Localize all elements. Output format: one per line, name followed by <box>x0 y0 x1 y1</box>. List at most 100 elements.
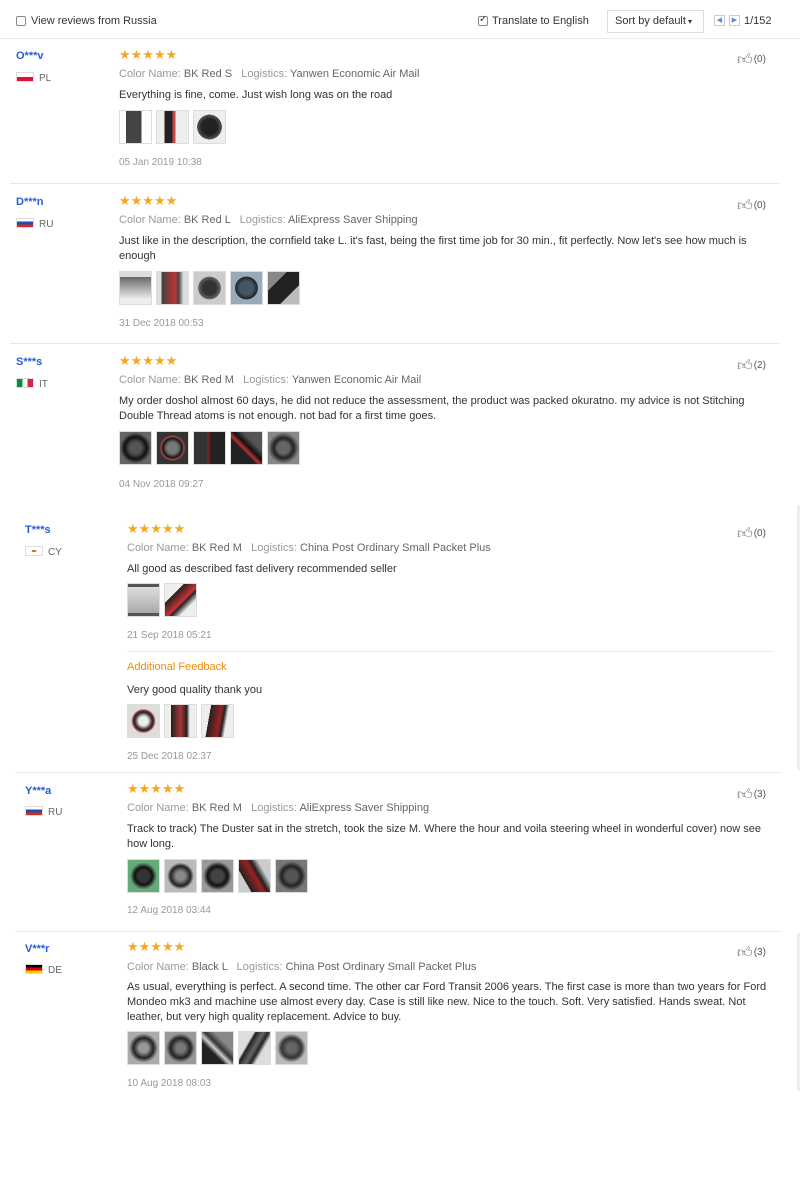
prev-page-button[interactable]: ◀ <box>714 15 725 26</box>
review-divider <box>10 183 780 184</box>
review-photo[interactable] <box>164 1031 197 1065</box>
review-photo[interactable] <box>156 110 189 144</box>
review-photo[interactable] <box>164 859 197 893</box>
reviewer-name[interactable]: O***v <box>16 50 44 62</box>
review-photo[interactable] <box>193 110 226 144</box>
reviewer-country: RU <box>16 218 53 230</box>
translate-checkbox[interactable] <box>478 14 488 26</box>
reviewer-name[interactable]: T***s <box>25 524 51 536</box>
reviewer-country: DE <box>25 964 62 976</box>
review-text: As usual, everything is perfect. A secon… <box>127 981 767 1023</box>
review-photo[interactable] <box>127 859 160 893</box>
review-date: 04 Nov 2018 09:27 <box>119 479 204 490</box>
additional-feedback-text: Very good quality thank you <box>127 684 263 696</box>
reviewer-name[interactable]: V***r <box>25 943 49 955</box>
review-photo[interactable] <box>275 859 308 893</box>
review-photo[interactable] <box>119 431 152 465</box>
review-photo[interactable] <box>238 1031 271 1065</box>
order-info: Color Name: BK Red M Logistics: AliExpre… <box>127 802 430 814</box>
order-info: Color Name: BK Red M Logistics: Yanwen E… <box>119 374 422 386</box>
review-photo[interactable] <box>267 431 300 465</box>
additional-feedback-photos <box>127 704 234 738</box>
review-photo[interactable] <box>267 271 300 305</box>
review-date: 31 Dec 2018 00:53 <box>119 318 204 329</box>
review-photo[interactable] <box>193 431 226 465</box>
helpful-button[interactable]: 👍︎(0) <box>737 50 766 69</box>
review-date: 12 Aug 2018 03:44 <box>127 905 211 916</box>
helpful-button[interactable]: 👍︎(0) <box>737 524 766 543</box>
chevron-down-icon: ▾ <box>687 17 692 26</box>
review-photo[interactable] <box>275 1031 308 1065</box>
sort-select[interactable]: Sort by default ▾ <box>607 10 704 33</box>
review-text: Track to track) The Duster sat in the st… <box>127 823 762 850</box>
review-photo[interactable] <box>230 271 263 305</box>
helpful-button[interactable]: 👍︎(0) <box>737 196 766 215</box>
star-rating: ★★★★★ <box>127 782 186 797</box>
view-reviews-checkbox[interactable] <box>16 16 26 26</box>
reviewer-name[interactable]: D***n <box>16 196 44 208</box>
review-text: Just like in the description, the cornfi… <box>119 235 747 262</box>
thumbs-up-icon: 👍︎ <box>737 356 753 374</box>
reviewer-country: IT <box>16 378 48 390</box>
reviewer-name[interactable]: Y***a <box>25 785 51 797</box>
review-date: 21 Sep 2018 05:21 <box>127 630 212 641</box>
review-photo[interactable] <box>127 583 160 617</box>
review-text: Everything is fine, come. Just wish long… <box>119 89 393 101</box>
review-photo[interactable] <box>193 271 226 305</box>
view-reviews-label[interactable]: View reviews from Russia <box>31 15 157 27</box>
review-photo[interactable] <box>127 704 160 738</box>
reviewer-name[interactable]: S***s <box>16 356 42 368</box>
review-photos <box>119 110 226 144</box>
review-photo[interactable] <box>201 859 234 893</box>
review-date: 10 Aug 2018 08:03 <box>127 1078 211 1089</box>
page-indicator: 1/152 <box>744 15 772 27</box>
review-photos <box>127 859 308 893</box>
review-photo[interactable] <box>119 271 152 305</box>
review-divider <box>15 772 780 773</box>
translate-label[interactable]: Translate to English <box>492 15 589 27</box>
order-info: Color Name: Black L Logistics: China Pos… <box>127 961 477 973</box>
star-rating: ★★★★★ <box>119 48 178 63</box>
review-photo[interactable] <box>238 859 271 893</box>
star-rating: ★★★★★ <box>127 522 186 537</box>
review-photos <box>127 1031 308 1065</box>
additional-feedback-date: 25 Dec 2018 02:37 <box>127 751 212 762</box>
review-toolbar: View reviews from Russia Translate to En… <box>0 0 800 39</box>
review-text: My order doshol almost 60 days, he did n… <box>119 395 745 422</box>
reviewer-country: PL <box>16 72 51 84</box>
review-date: 05 Jan 2019 10:38 <box>119 157 202 168</box>
helpful-button[interactable]: 👍︎(3) <box>737 785 766 804</box>
feedback-divider <box>127 651 772 652</box>
review-photo[interactable] <box>156 431 189 465</box>
next-page-button[interactable]: ▶ <box>729 15 740 26</box>
reviewer-country: CY <box>25 546 62 558</box>
thumbs-up-icon: 👍︎ <box>737 50 753 68</box>
order-info: Color Name: BK Red S Logistics: Yanwen E… <box>119 68 420 80</box>
review-text: All good as described fast delivery reco… <box>127 563 397 575</box>
flag-pl-icon <box>16 72 34 82</box>
review-photo[interactable] <box>164 704 197 738</box>
thumbs-up-icon: 👍︎ <box>737 943 753 961</box>
review-divider <box>15 931 780 932</box>
chevron-right-icon: ▶ <box>731 16 738 24</box>
star-rating: ★★★★★ <box>119 354 178 369</box>
review-photos <box>127 583 197 617</box>
review-photos <box>119 271 300 305</box>
helpful-button[interactable]: 👍︎(3) <box>737 943 766 962</box>
star-rating: ★★★★★ <box>119 194 178 209</box>
review-photo[interactable] <box>230 431 263 465</box>
review-photo[interactable] <box>119 110 152 144</box>
review-photo[interactable] <box>164 583 197 617</box>
review-photo[interactable] <box>156 271 189 305</box>
reviewer-country: RU <box>25 806 62 818</box>
sort-label: Sort by default <box>615 15 686 27</box>
helpful-button[interactable]: 👍︎(2) <box>737 356 766 375</box>
review-divider <box>10 343 780 344</box>
review-photo[interactable] <box>201 704 234 738</box>
thumbs-up-icon: 👍︎ <box>737 785 753 803</box>
review-photo[interactable] <box>201 1031 234 1065</box>
flag-de-icon <box>25 964 43 974</box>
review-photo[interactable] <box>127 1031 160 1065</box>
additional-feedback-heading: Additional Feedback <box>127 661 227 673</box>
flag-cy-icon <box>25 546 43 556</box>
